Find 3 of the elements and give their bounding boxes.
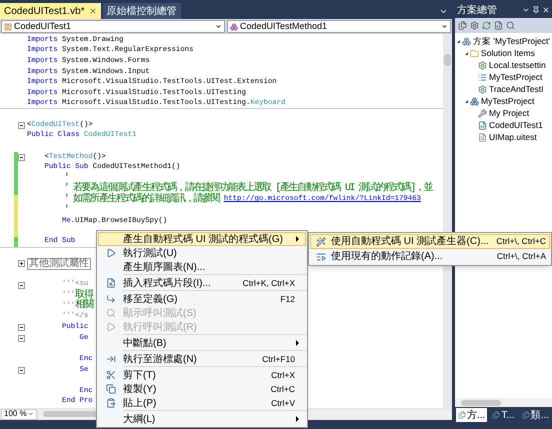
code-line: '	[62, 206, 68, 216]
code-line: '	[62, 174, 68, 184]
panel-title: 方案總管	[457, 4, 498, 18]
